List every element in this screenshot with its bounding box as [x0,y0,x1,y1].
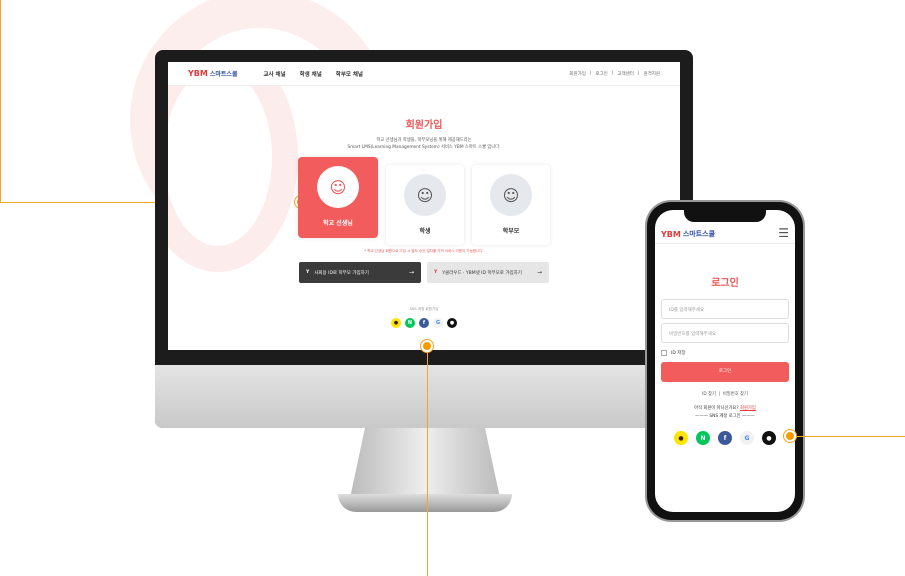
naver-icon[interactable]: N [405,318,415,328]
sns-label: SNS 계정 로그인 [709,414,741,419]
kakao-icon[interactable]: ● [391,318,401,328]
checkbox-icon [661,350,667,356]
facebook-icon[interactable]: f [419,318,429,328]
login-button[interactable]: 로그인 [661,362,789,382]
logo[interactable]: YBM 스마트스쿨 [188,69,237,78]
card-label: 학교 선생님 [323,220,353,227]
find-password-link[interactable]: 비밀번호 찾기 [723,392,748,397]
card-teacher[interactable]: ☺ 학교 선생님 [298,157,378,238]
callout-line [790,436,905,437]
card-label: 학부모 [502,228,520,235]
notice: * 학교 선생님 회원으로 가입 시 별도 승인 절차를 거쳐 서비스 이용이 … [364,249,484,253]
callout-line [0,0,1,202]
phone-notch [684,208,766,222]
arrow-right-icon: → [536,269,542,276]
callout-dot [784,430,796,442]
nav-teacher[interactable]: 교사 채널 [263,70,285,78]
logo-text: 스마트스쿨 [682,230,716,238]
card-label: 학생 [419,228,431,235]
join-question: 아직 회원이 아니신가요? [694,406,739,411]
util-join[interactable]: 회원가입 [569,71,586,77]
util-login[interactable]: 로그인 [595,71,607,77]
ybm-icon: Y [434,270,438,275]
callout-dot [421,340,433,352]
password-input[interactable]: 비밀번호를 입력해주세요 [661,323,789,343]
facebook-icon[interactable]: f [718,431,732,445]
callout-line [427,346,428,576]
ycloud-join-button[interactable]: Y Y클라우드 · YBM넷 ID 학부모로 가입하기 → [427,262,549,283]
find-id-link[interactable]: ID 찾기 [702,392,716,397]
description: Smart LMS(Learning Management System) 서비… [347,145,501,150]
card-parent[interactable]: ☺ 학부모 [472,165,550,245]
nav-student[interactable]: 학생 채널 [300,70,322,78]
logo-mark: YBM [188,69,208,78]
card-student[interactable]: ☺ 학생 [386,165,464,245]
social-join-button[interactable]: Y 사회용 ID로 학부모 가입하기 → [299,262,421,283]
top-nav: YBM 스마트스쿨 교사 채널 학생 채널 학부모 채널 회원가입 | 로그인 | 고… [168,62,680,86]
menu-icon[interactable]: ☰ [778,227,789,239]
checkbox-label: ID 저장 [671,351,686,356]
student-icon: ☺ [404,174,446,216]
arrow-right-icon: → [408,269,414,276]
kakao-icon[interactable]: ● [674,431,688,445]
description: 학교 선생님과 학생들, 학부모님을 위해 제공해드리는 [376,138,472,143]
apple-icon[interactable]: ● [447,318,457,328]
monitor-base [338,494,512,512]
util-support[interactable]: 고객센터 [617,71,634,77]
desktop-screen: YBM 스마트스쿨 교사 채널 학생 채널 학부모 채널 회원가입 | 로그인 | 고… [168,62,680,350]
join-link[interactable]: 회원가입 [740,406,756,411]
naver-icon[interactable]: N [696,431,710,445]
ybm-icon: Y [306,270,310,275]
apple-icon[interactable]: ● [762,431,776,445]
sns-label: SNS 계정 회원가입 [409,307,439,311]
google-icon[interactable]: G [433,318,443,328]
teacher-icon: ☺ [317,166,359,208]
google-icon[interactable]: G [740,431,754,445]
button-label: 사회용 ID로 학부모 가입하기 [314,270,369,276]
monitor-stand [350,428,500,498]
util-remote[interactable]: 원격지원 [643,71,660,77]
button-label: Y클라우드 · YBM넷 ID 학부모로 가입하기 [442,270,522,276]
nav-parent[interactable]: 학부모 채널 [336,70,363,78]
monitor-chin [155,365,693,428]
page-title: 회원가입 [405,120,443,131]
logo-text: 스마트스쿨 [209,71,238,78]
id-input[interactable]: ID를 입력해주세요 [661,299,789,319]
parent-icon: ☺ [490,174,532,216]
save-id-checkbox[interactable]: ID 저장 [661,350,789,356]
